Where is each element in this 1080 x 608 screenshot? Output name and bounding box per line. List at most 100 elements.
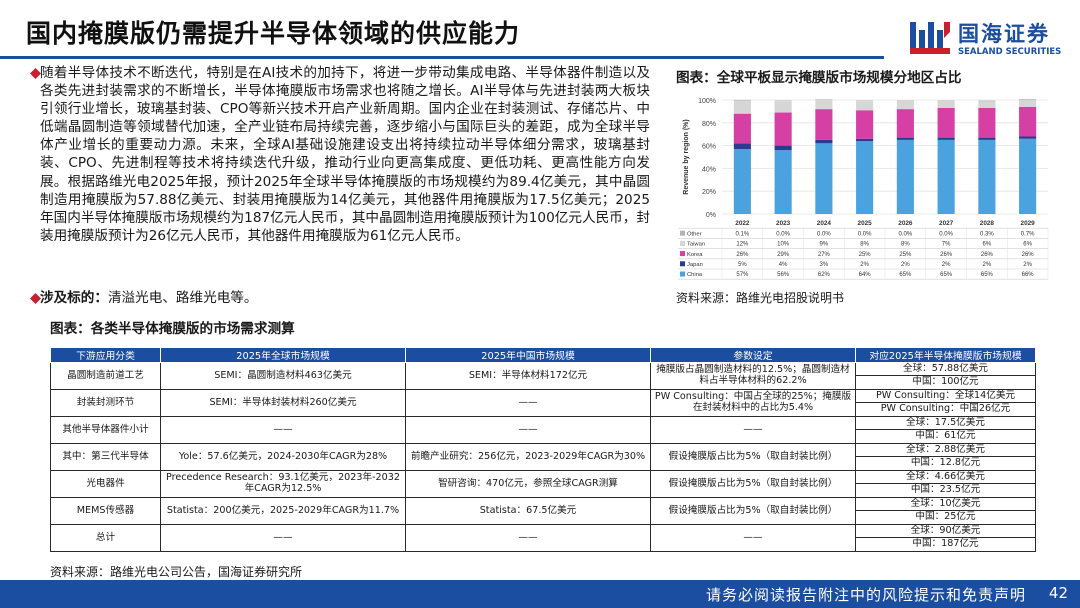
table-row: 总计 —— —— —— 全球：90亿美元 中国：187亿元: [50, 524, 1036, 552]
disclaimer-text: 请务必阅读报告附注中的风险提示和免责声明: [705, 586, 1026, 604]
legend-swatch: [680, 230, 685, 236]
data-label: 66%: [1022, 272, 1035, 278]
body-paragraph: 随着半导体技术不断迭代，特别是在AI技术的加持下，将进一步带动集成电路、半导体器…: [40, 65, 650, 244]
bar-japan: [815, 139, 833, 144]
data-label: 2%: [860, 262, 869, 268]
result-line: 中国：187亿元: [912, 538, 979, 549]
bar-taiwan: [774, 101, 792, 113]
bar-china: [896, 139, 914, 214]
result-line: 中国：23.5亿元: [910, 484, 981, 495]
legend-swatch: [680, 240, 685, 246]
data-label: 3%: [820, 262, 829, 268]
brand-name-en: SEALAND SECURITIES: [958, 47, 1062, 57]
bar-korea: [815, 109, 833, 140]
cell-china: ——: [405, 524, 651, 552]
bullet-targets: 涉及标的：清溢光电、路维光电等。: [30, 289, 650, 307]
col-header: 2025年中国市场规模: [405, 347, 651, 363]
x-tick-label: 2022: [735, 220, 750, 227]
legend-label: Japan: [687, 262, 703, 268]
cell-cat: 封装封测环节: [50, 389, 161, 417]
cell-param: 假设掩膜版占比为5%（取自封装比例）: [650, 497, 856, 525]
footer-bar: 请务必阅读报告附注中的风险提示和免责声明 42: [0, 580, 1080, 608]
x-tick-label: 2026: [898, 220, 913, 227]
result-line: PW Consulting：中国26亿元: [880, 403, 1011, 414]
result-line: 中国：61亿元: [915, 430, 976, 441]
data-label: 0.0%: [899, 231, 913, 237]
col-header: 参数设定: [650, 347, 856, 363]
targets-line: 涉及标的：清溢光电、路维光电等。: [40, 289, 650, 307]
data-label: 4%: [779, 262, 788, 268]
cell-param: 假设掩膜版占比为5%（取自封装比例）: [650, 443, 856, 471]
bar-taiwan: [856, 101, 874, 111]
bar-japan: [937, 137, 955, 140]
cell-cat: 其他半导体器件小计: [50, 416, 161, 444]
cell-china: 智研咨询：470亿元，参照全球CAGR测算: [405, 470, 651, 498]
result-line: 全球：10亿美元: [856, 498, 1035, 511]
result-line: 全球：17.5亿美元: [856, 417, 1035, 430]
bar-china: [937, 139, 955, 214]
result-line: 中国：100亿元: [912, 376, 979, 387]
data-label: 26%: [736, 252, 749, 258]
data-label: 56%: [777, 272, 790, 278]
data-label: 5%: [738, 262, 747, 268]
cell-result: 全球：90亿美元 中国：187亿元: [855, 524, 1036, 552]
bar-remainder: [856, 100, 874, 102]
cell-param: 假设掩膜版占比为5%（取自封装比例）: [650, 470, 856, 498]
bar-other: [1019, 99, 1037, 100]
chart-source: 资料来源：路维光电招股说明书: [676, 291, 845, 305]
cell-result: 全球：2.88亿美元 中国：12.8亿元: [855, 443, 1036, 471]
page-title: 国内掩膜版仍需提升半导体领域的供应能力: [26, 19, 521, 48]
cell-china: Statista：67.5亿美元: [405, 497, 651, 525]
cell-param: 掩膜版占晶圆制造材料的12.5%；晶圆制造材料占半导体材料的62.2%: [650, 362, 856, 390]
targets-label: 涉及标的：: [40, 290, 108, 306]
cell-global: ——: [160, 524, 406, 552]
bar-taiwan: [896, 100, 914, 110]
table-source: 资料来源：路维光电公司公告，国海证券研究所: [50, 565, 303, 579]
market-demand-table: 下游应用分类 2025年全球市场规模 2025年中国市场规模 参数设定 对应20…: [50, 347, 1036, 552]
data-label: 10%: [777, 242, 790, 248]
data-label: 27%: [818, 252, 831, 258]
data-label: 2%: [983, 262, 992, 268]
market-table-wrap: 下游应用分类 2025年全球市场规模 2025年中国市场规模 参数设定 对应20…: [50, 347, 1036, 552]
data-label: 64%: [859, 272, 872, 278]
diamond-bullet-icon: [30, 293, 41, 304]
title-divider: [0, 56, 884, 59]
bar-korea: [733, 113, 751, 144]
targets-text: 清溢光电、路维光电等。: [107, 290, 258, 306]
data-label: 57%: [736, 272, 749, 278]
legend-swatch: [680, 251, 685, 257]
result-line: 全球：57.88亿美元: [856, 363, 1035, 376]
chart-title: 图表：全球平板显示掩膜版市场规模分地区占比: [676, 70, 962, 86]
brand-logo: 国海证券 SEALAND SECURITIES: [908, 16, 1068, 62]
col-header: 下游应用分类: [50, 347, 161, 363]
cell-param: PW Consulting：中国占全球的25%；掩膜版在封装材料中的占比为5.4…: [650, 389, 856, 417]
sealand-logo-icon: [910, 22, 950, 54]
x-tick-label: 2024: [817, 220, 832, 227]
data-label: 12%: [736, 242, 749, 248]
bar-japan: [856, 138, 874, 142]
bar-china: [1019, 138, 1037, 214]
legend-swatch: [680, 261, 685, 267]
data-label: 0.0%: [776, 231, 790, 237]
cell-result: 全球：10亿美元 中国：25亿元: [855, 497, 1036, 525]
bar-other: [733, 99, 751, 101]
bar-korea: [774, 112, 792, 146]
bar-korea: [1019, 106, 1037, 137]
data-label: 29%: [777, 252, 790, 258]
x-tick-label: 2025: [858, 220, 873, 227]
bar-taiwan: [937, 100, 955, 108]
cell-global: Yole：57.6亿美元，2024-2030年CAGR为28%: [160, 443, 406, 471]
data-label: 2%: [942, 262, 951, 268]
col-header: 2025年全球市场规模: [160, 347, 406, 363]
y-tick-label: 60%: [702, 144, 716, 151]
y-axis-label: Revenue by region (%): [683, 119, 690, 194]
data-label: 65%: [899, 272, 912, 278]
legend-label: Other: [687, 231, 702, 237]
cell-china: ——: [405, 416, 651, 444]
bar-taiwan: [978, 101, 996, 108]
region-share-chart: 0% 20% 40% 60% 80% 100% Revenue by region (%) 2…: [678, 98, 1049, 280]
bar-china: [815, 143, 833, 214]
bar-other: [978, 100, 996, 102]
bar-japan: [978, 137, 996, 140]
cell-global: SEMI：半导体封装材料260亿美元: [160, 389, 406, 417]
